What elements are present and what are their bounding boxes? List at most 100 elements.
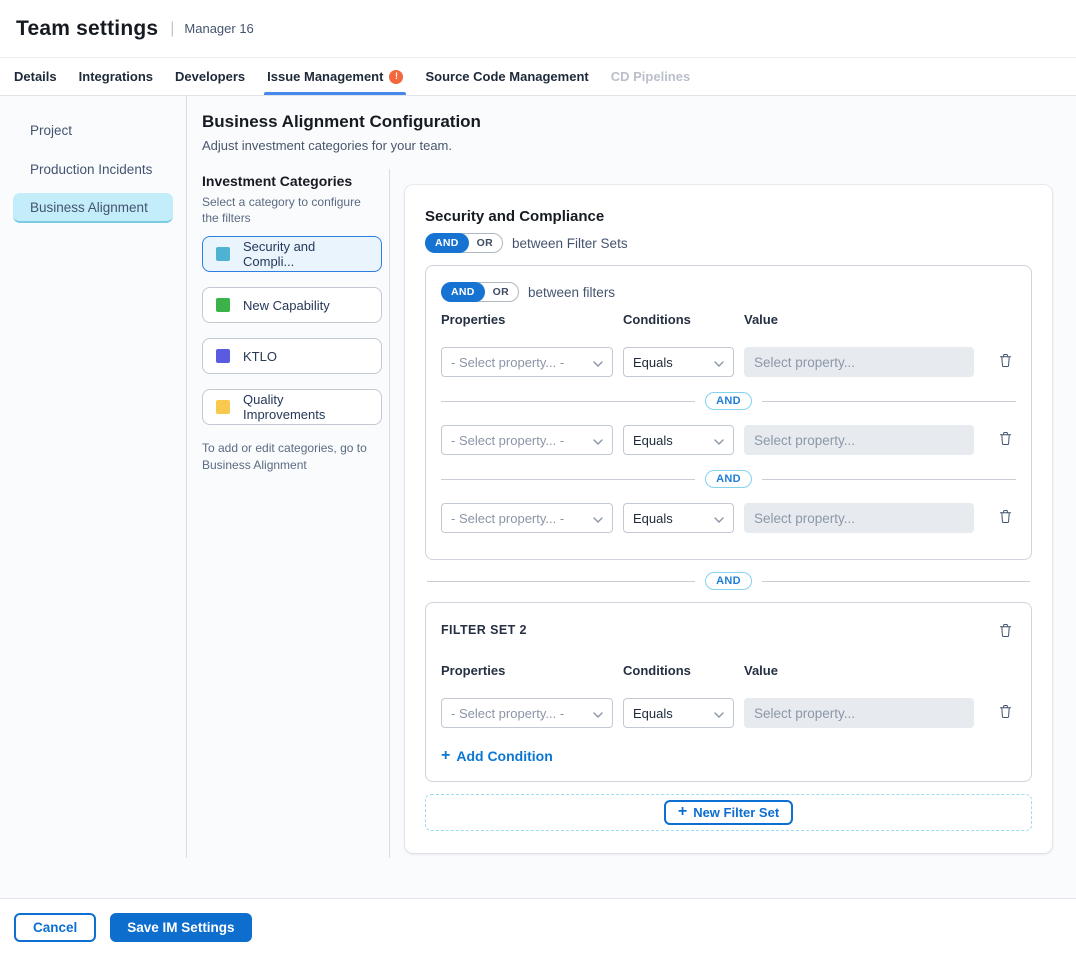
value-input[interactable] [744, 698, 974, 728]
panel-title: Security and Compliance [425, 208, 1032, 225]
categories-title: Investment Categories [202, 173, 377, 189]
trash-icon [999, 431, 1012, 449]
tab-developers[interactable]: Developers [164, 58, 256, 95]
chevron-down-icon [714, 355, 724, 370]
properties-header: Properties [441, 312, 613, 327]
bottom-spacer [0, 858, 1076, 898]
condition-select[interactable]: Equals [623, 425, 734, 455]
tab-cd-pipelines[interactable]: CD Pipelines [600, 58, 701, 95]
manager-name: Manager 16 [184, 21, 253, 36]
delete-filter-button[interactable] [995, 700, 1016, 726]
section-subtitle: Adjust investment categories for your te… [202, 138, 1052, 153]
add-condition-button[interactable]: + Add Condition [441, 748, 553, 764]
delete-filter-button[interactable] [995, 427, 1016, 453]
value-header: Value [744, 312, 974, 327]
categories-subtitle: Select a category to configure the filte… [202, 195, 377, 226]
toggle-suffix: between Filter Sets [512, 236, 628, 251]
main-section: Business Alignment Configuration Adjust … [187, 96, 1076, 858]
value-input[interactable] [744, 347, 974, 377]
value-input[interactable] [744, 503, 974, 533]
tab-issue-management[interactable]: Issue Management ! [256, 58, 414, 95]
trash-icon [999, 623, 1012, 641]
settings-sidebar: Project Production Incidents Business Al… [0, 96, 187, 858]
chevron-down-icon [593, 511, 603, 526]
categories-footnote: To add or edit categories, go to Busines… [202, 440, 377, 474]
filter-set-2-title: FILTER SET 2 [441, 619, 527, 637]
filter-row: - Select property... - Equals [441, 503, 1016, 533]
chevron-down-icon [714, 433, 724, 448]
filter-set-2: FILTER SET 2 Properties Conditions Value [425, 602, 1032, 782]
investment-categories-column: Investment Categories Select a category … [202, 169, 390, 858]
filters-operator-toggle: AND OR [441, 282, 519, 302]
filter-row: - Select property... - Equals [441, 347, 1016, 377]
category-color-swatch [216, 349, 230, 363]
value-header: Value [744, 663, 974, 678]
property-select[interactable]: - Select property... - [441, 503, 613, 533]
or-option[interactable]: OR [484, 286, 518, 298]
warning-icon: ! [389, 70, 403, 84]
conditions-header: Conditions [623, 312, 734, 327]
condition-select[interactable]: Equals [623, 698, 734, 728]
and-connector-pill: AND [705, 392, 752, 410]
plus-icon: + [678, 804, 687, 820]
delete-filter-set-button[interactable] [995, 619, 1016, 645]
footer-actions: Cancel Save IM Settings [0, 898, 1076, 956]
new-filter-set-button[interactable]: + New Filter Set [664, 800, 793, 825]
category-quality-improvements[interactable]: Quality Improvements [202, 389, 382, 425]
section-title: Business Alignment Configuration [202, 112, 1052, 132]
trash-icon [999, 704, 1012, 722]
category-filters-panel: Security and Compliance AND OR between F… [405, 185, 1052, 853]
filter-panel-column: Security and Compliance AND OR between F… [390, 169, 1052, 858]
filter-set-1: AND OR between filters Properties Condit… [425, 265, 1032, 560]
filter-connector: AND [441, 470, 1016, 488]
category-color-swatch [216, 298, 230, 312]
tab-integrations[interactable]: Integrations [68, 58, 164, 95]
delete-filter-button[interactable] [995, 505, 1016, 531]
or-option[interactable]: OR [468, 237, 502, 249]
delete-filter-button[interactable] [995, 349, 1016, 375]
chevron-down-icon [714, 706, 724, 721]
category-new-capability[interactable]: New Capability [202, 287, 382, 323]
settings-tabbar: Details Integrations Developers Issue Ma… [0, 57, 1076, 96]
trash-icon [999, 509, 1012, 527]
category-color-swatch [216, 247, 230, 261]
and-connector-pill: AND [705, 470, 752, 488]
plus-icon: + [441, 748, 450, 764]
save-im-settings-button[interactable]: Save IM Settings [110, 913, 251, 942]
column-headers: Properties Conditions Value [441, 663, 1016, 678]
tab-source-code-management[interactable]: Source Code Management [414, 58, 599, 95]
condition-select[interactable]: Equals [623, 347, 734, 377]
filter-row: - Select property... - Equals [441, 425, 1016, 455]
category-security-and-compliance[interactable]: Security and Compli... [202, 236, 382, 272]
value-input[interactable] [744, 425, 974, 455]
and-option[interactable]: AND [441, 282, 485, 302]
property-select[interactable]: - Select property... - [441, 698, 613, 728]
conditions-header: Conditions [623, 663, 734, 678]
category-ktlo[interactable]: KTLO [202, 338, 382, 374]
cancel-button[interactable]: Cancel [14, 913, 96, 942]
filter-connector: AND [441, 392, 1016, 410]
content-area: Project Production Incidents Business Al… [0, 96, 1076, 858]
title-divider: | [170, 20, 174, 38]
filter-sets-operator-toggle: AND OR [425, 233, 503, 253]
page-header: Team settings | Manager 16 [0, 0, 1076, 57]
property-select[interactable]: - Select property... - [441, 347, 613, 377]
chevron-down-icon [593, 706, 603, 721]
filter-set-connector: AND [427, 572, 1030, 590]
category-color-swatch [216, 400, 230, 414]
chevron-down-icon [593, 433, 603, 448]
properties-header: Properties [441, 663, 613, 678]
new-filter-set-dropzone: + New Filter Set [425, 794, 1032, 831]
chevron-down-icon [714, 511, 724, 526]
toggle-suffix: between filters [528, 285, 615, 300]
chevron-down-icon [593, 355, 603, 370]
tab-details[interactable]: Details [3, 58, 68, 95]
page-title: Team settings [16, 17, 158, 41]
condition-select[interactable]: Equals [623, 503, 734, 533]
and-option[interactable]: AND [425, 233, 469, 253]
column-headers: Properties Conditions Value [441, 312, 1016, 327]
sidebar-item-business-alignment[interactable]: Business Alignment [13, 193, 173, 223]
sidebar-item-production-incidents[interactable]: Production Incidents [13, 154, 173, 184]
sidebar-item-project[interactable]: Project [13, 115, 173, 145]
property-select[interactable]: - Select property... - [441, 425, 613, 455]
